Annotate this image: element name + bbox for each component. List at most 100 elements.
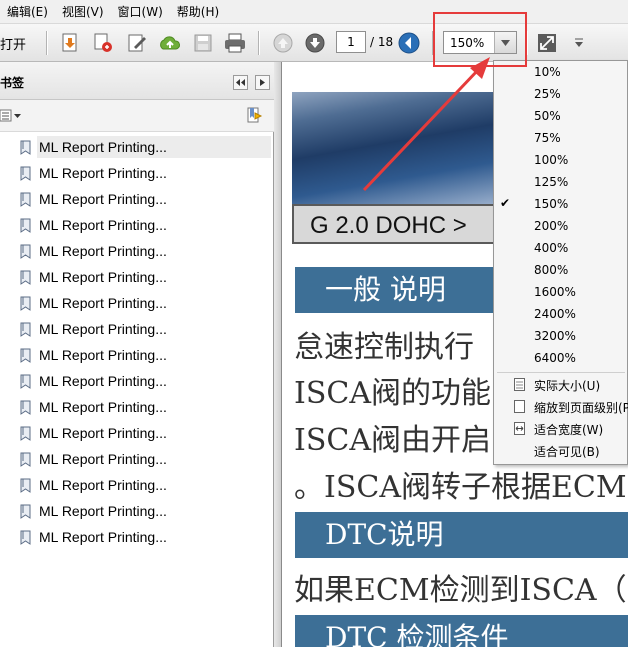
list-item[interactable]: ML Report Printing... [0,238,272,264]
section-heading: DTC 检测条件 [295,615,628,647]
bookmark-icon [20,192,31,207]
document-banner-image [292,92,512,204]
toolbar-separator [258,31,259,55]
bookmark-icon [20,348,31,363]
zoom-option[interactable]: 50% [534,109,561,123]
bookmark-label: ML Report Printing... [39,165,167,181]
fit-page-icon [514,400,525,413]
bookmark-icon [20,374,31,389]
bookmark-label: ML Report Printing... [39,425,167,441]
list-item[interactable]: ML Report Printing... [0,160,272,186]
list-item[interactable]: ML Report Printing... [0,264,272,290]
list-item[interactable]: ML Report Printing... [0,446,272,472]
highlight-annotation-box [433,12,527,67]
bookmark-icon [20,400,31,415]
bookmark-icon [20,426,31,441]
collapse-panel-icon[interactable] [233,75,248,90]
zoom-option[interactable]: 200% [534,219,568,233]
list-item[interactable]: ML Report Printing... [0,134,272,160]
bookmark-label: ML Report Printing... [39,191,167,207]
list-item[interactable]: ML Report Printing... [0,420,272,446]
combine-files-icon[interactable] [90,30,116,56]
bookmark-icon [20,452,31,467]
print-icon[interactable] [222,30,248,56]
create-pdf-icon[interactable] [57,30,83,56]
bookmark-list: ML Report Printing... ML Report Printing… [0,134,272,550]
checkmark-icon: ✔ [500,196,511,210]
bookmark-label: ML Report Printing... [39,295,167,311]
bookmark-label: ML Report Printing... [39,217,167,233]
bookmark-icon [20,296,31,311]
menu-help[interactable]: 帮助(H) [170,3,226,20]
list-item[interactable]: ML Report Printing... [0,186,272,212]
menu-edit[interactable]: 编辑(E) [0,3,55,20]
zoom-option[interactable]: 100% [534,153,568,167]
zoom-option[interactable]: 3200% [534,329,576,343]
edit-document-icon[interactable] [124,30,150,56]
options-menu-icon[interactable] [0,108,24,124]
zoom-dropdown-menu: 10% 25% 50% 75% 100% 125% ✔ 150% 200% 40… [493,60,628,465]
bookmark-icon [20,504,31,519]
zoom-option[interactable]: 10% [534,65,561,79]
full-screen-icon[interactable] [534,30,560,56]
zoom-option[interactable]: 800% [534,263,568,277]
upload-cloud-icon[interactable] [157,30,183,56]
menu-window[interactable]: 窗口(W) [111,3,170,20]
bookmark-label: ML Report Printing... [37,136,271,158]
save-icon[interactable] [190,30,216,56]
bookmark-label: ML Report Printing... [39,269,167,285]
document-text-line: ISCA阀的功能 [294,376,492,411]
page-total: / 18 [370,35,394,49]
list-item[interactable]: ML Report Printing... [0,290,272,316]
open-button[interactable]: 打开 [0,34,26,53]
list-item[interactable]: ML Report Printing... [0,498,272,524]
panel-splitter[interactable] [274,62,282,647]
zoom-option[interactable]: 25% [534,87,561,101]
bookmark-icon [20,530,31,545]
bookmark-icon [20,244,31,259]
list-item[interactable]: ML Report Printing... [0,472,272,498]
document-text-line: 怠速控制执行 [294,330,474,365]
fit-width-icon [514,422,525,435]
zoom-option[interactable]: 125% [534,175,568,189]
page-number-input[interactable] [336,31,366,53]
expand-panel-icon[interactable] [255,75,270,90]
new-bookmark-icon[interactable] [246,107,264,125]
zoom-option[interactable]: 75% [534,131,561,145]
bookmark-label: ML Report Printing... [39,243,167,259]
menu-view[interactable]: 视图(V) [55,3,111,20]
zoom-option-selected[interactable]: 150% [534,197,568,211]
bookmark-label: ML Report Printing... [39,451,167,467]
bookmark-icon [20,270,31,285]
fit-page-option[interactable]: 缩放到页面级别(P) [534,399,628,416]
toolbar: 打开 / 18 150% [0,24,628,62]
bookmark-label: ML Report Printing... [39,529,167,545]
go-back-icon[interactable] [396,30,422,56]
zoom-option[interactable]: 6400% [534,351,576,365]
bookmark-label: ML Report Printing... [39,477,167,493]
list-item[interactable]: ML Report Printing... [0,212,272,238]
toolbar-overflow-icon[interactable] [566,30,592,56]
list-item[interactable]: ML Report Printing... [0,342,272,368]
fit-visible-option[interactable]: 适合可见(B) [534,443,600,460]
fit-width-option[interactable]: 适合宽度(W) [534,421,603,438]
actual-size-icon [514,378,525,391]
list-item[interactable]: ML Report Printing... [0,524,272,550]
list-item[interactable]: ML Report Printing... [0,316,272,342]
toolbar-separator [46,31,47,55]
zoom-option[interactable]: 400% [534,241,568,255]
previous-page-icon[interactable] [270,30,296,56]
document-banner-text: G 2.0 DOHC > [310,212,467,239]
menu-bar: 编辑(E) 视图(V) 窗口(W) 帮助(H) [0,0,628,24]
bookmarks-panel: 书签 ML Report Printing... ML Report Print… [0,62,274,647]
actual-size-option[interactable]: 实际大小(U) [534,377,600,394]
list-item[interactable]: ML Report Printing... [0,368,272,394]
bookmarks-toolbar [0,100,274,132]
next-page-icon[interactable] [302,30,328,56]
zoom-option[interactable]: 2400% [534,307,576,321]
bookmarks-title: 书签 [0,76,25,90]
zoom-option[interactable]: 1600% [534,285,576,299]
bookmark-icon [20,140,31,155]
bookmark-icon [20,218,31,233]
list-item[interactable]: ML Report Printing... [0,394,272,420]
